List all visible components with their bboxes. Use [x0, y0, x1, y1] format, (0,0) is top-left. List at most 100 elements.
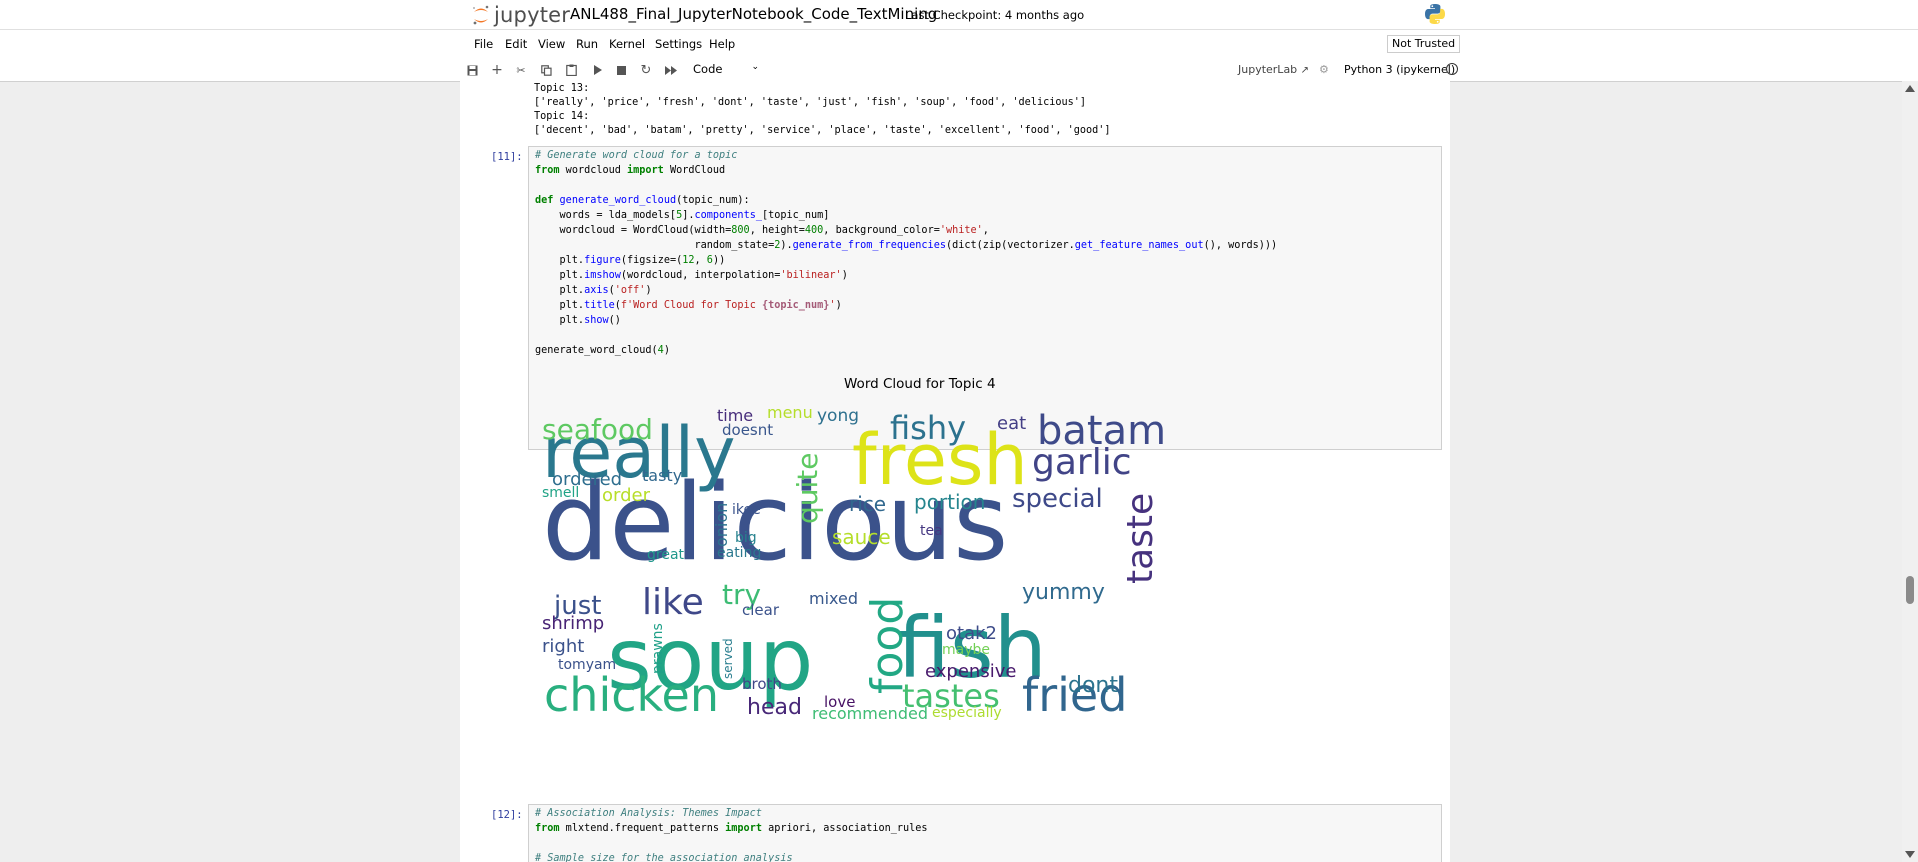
- wordcloud-word: rice: [849, 492, 886, 516]
- wordcloud-word: clear: [742, 601, 780, 619]
- code-line: plt.figure(figsize=(12, 6)): [535, 255, 726, 266]
- menu-edit[interactable]: Edit: [505, 37, 527, 51]
- menu-file[interactable]: File: [474, 37, 493, 51]
- wordcloud-word: yong: [817, 406, 859, 426]
- code-line: def generate_word_cloud(topic_num):: [535, 195, 750, 206]
- wordcloud-word: love: [824, 693, 855, 711]
- wordcloud-word: tomyam: [558, 657, 616, 673]
- wordcloud-word: head: [747, 695, 802, 720]
- wordcloud-word: prawns: [650, 623, 666, 674]
- wordcloud-word: eating: [717, 545, 761, 561]
- menu-help[interactable]: Help: [709, 37, 735, 51]
- menu-view[interactable]: View: [538, 37, 565, 51]
- save-icon[interactable]: [464, 62, 480, 78]
- output-line: ['really', 'price', 'fresh', 'dont', 'ta…: [534, 97, 1087, 108]
- wordcloud-word: onion: [712, 503, 731, 547]
- wordcloud-word: tea: [920, 523, 943, 539]
- cell-12-editor[interactable]: # Association Analysis: Themes Impact fr…: [528, 804, 1442, 862]
- checkpoint-status: Last Checkpoint: 4 months ago: [905, 8, 1085, 22]
- restart-icon[interactable]: ↻: [638, 62, 654, 78]
- wordcloud-word: great: [647, 547, 685, 563]
- cell-11-prompt: [11]:: [491, 151, 523, 163]
- gear-icon[interactable]: ⚙: [1319, 63, 1329, 76]
- wordcloud-image: delicioussoup fishreally freshchicken fried…: [542, 403, 1166, 722]
- wordcloud-word: big: [735, 530, 757, 546]
- wordcloud-word: mixed: [809, 589, 858, 608]
- jupyter-logo[interactable]: jupyter: [470, 2, 570, 28]
- run-icon[interactable]: [589, 62, 605, 78]
- cell-type-value: Code: [693, 62, 723, 76]
- menu-bar: File Edit View Run Kernel Settings Help …: [0, 29, 1918, 59]
- output-line: ['decent', 'bad', 'batam', 'pretty', 'se…: [534, 125, 1111, 136]
- scrollbar-thumb[interactable]: [1906, 576, 1914, 604]
- code-line: plt.show(): [535, 315, 621, 326]
- jupyter-logo-icon: [473, 5, 489, 25]
- wordcloud-word: maybe: [942, 642, 990, 658]
- wordcloud-word: broth: [742, 675, 782, 693]
- code-line: # Generate word cloud for a topic: [535, 150, 738, 161]
- python-logo-icon: [1425, 4, 1445, 24]
- add-cell-icon[interactable]: +: [489, 62, 505, 78]
- paste-icon[interactable]: [563, 62, 579, 78]
- cell-12-prompt: [12]:: [491, 809, 523, 821]
- jupyterlab-link[interactable]: JupyterLab ↗: [1238, 63, 1309, 76]
- notebook-toolbar: + ✂ ↻ Code ⌄ JupyterLab ↗ ⚙ Python 3 (ip…: [0, 58, 1918, 82]
- code-line: from wordcloud import WordCloud: [535, 165, 726, 176]
- stop-icon[interactable]: [613, 62, 629, 78]
- cut-icon[interactable]: ✂: [513, 62, 529, 78]
- kernel-status-icon: [1446, 63, 1458, 75]
- notebook-title[interactable]: ANL488_Final_JupyterNotebook_Code_TextMi…: [570, 5, 937, 23]
- wordcloud-word: tasty: [642, 466, 682, 485]
- wordcloud-title: Word Cloud for Topic 4: [844, 376, 996, 392]
- wordcloud-word: smell: [542, 485, 579, 501]
- wordcloud-word: sauce: [832, 525, 891, 549]
- menu-run[interactable]: Run: [576, 37, 598, 51]
- code-line: wordcloud = WordCloud(width=800, height=…: [535, 225, 989, 236]
- page-scrollbar[interactable]: [1902, 81, 1918, 862]
- notebook-panel: Topic 13: ['really', 'price', 'fresh', '…: [460, 81, 1450, 862]
- wordcloud-word: fishy: [890, 409, 966, 447]
- code-line: random_state=2).generate_from_frequencie…: [535, 240, 1278, 251]
- code-line: generate_word_cloud(4): [535, 345, 670, 356]
- wordcloud-word: chicken: [544, 668, 719, 722]
- code-line: plt.imshow(wordcloud, interpolation='bil…: [535, 270, 848, 281]
- code-line: plt.title(f'Word Cloud for Topic {topic_…: [535, 300, 842, 311]
- jupyterlab-link-label: JupyterLab: [1238, 63, 1298, 76]
- wordcloud-word: right: [542, 636, 584, 657]
- wordcloud-word: like: [642, 582, 704, 623]
- wordcloud-word: garlic: [1032, 442, 1132, 483]
- output-line: Topic 13:: [534, 83, 590, 94]
- wordcloud-word: portion: [914, 490, 985, 514]
- external-link-icon: ↗: [1300, 65, 1310, 76]
- code-line: plt.axis('off'): [535, 285, 652, 296]
- wordcloud-word: taste: [1120, 493, 1161, 584]
- code-line: # Association Analysis: Themes Impact: [535, 808, 762, 819]
- wordcloud-word: especially: [932, 705, 1002, 721]
- wordcloud-word: quite: [791, 452, 824, 524]
- fast-forward-icon[interactable]: [663, 62, 679, 78]
- kernel-name[interactable]: Python 3 (ipykernel): [1344, 63, 1455, 76]
- code-line: # Sample size for the association analys…: [535, 853, 793, 862]
- wordcloud-word: otak2: [946, 623, 997, 644]
- copy-icon[interactable]: [538, 62, 554, 78]
- wordcloud-word: yummy: [1022, 580, 1105, 605]
- wordcloud-word: special: [1012, 484, 1103, 514]
- menu-kernel[interactable]: Kernel: [609, 37, 645, 51]
- top-header: jupyter ANL488_Final_JupyterNotebook_Cod…: [0, 0, 1918, 29]
- code-line: from mlxtend.frequent_patterns import ap…: [535, 823, 928, 834]
- scroll-up-icon[interactable]: [1905, 85, 1915, 92]
- wordcloud-word: served: [721, 638, 735, 679]
- wordcloud-word: dont: [1068, 673, 1118, 698]
- wordcloud-word: expensive: [925, 661, 1016, 682]
- chevron-down-icon: ⌄: [751, 62, 759, 72]
- not-trusted-button[interactable]: Not Trusted: [1387, 35, 1461, 53]
- wordcloud-word: doesnt: [722, 421, 773, 439]
- cell-type-select[interactable]: Code ⌄: [693, 62, 759, 77]
- menu-settings[interactable]: Settings: [655, 37, 702, 51]
- wordcloud-word: eat: [997, 413, 1026, 434]
- wordcloud-word: ikee: [732, 502, 761, 518]
- output-line: Topic 14:: [534, 111, 590, 122]
- code-line: words = lda_models[5].components_[topic_…: [535, 210, 830, 221]
- scroll-down-icon[interactable]: [1905, 851, 1915, 858]
- wordcloud-word: seafood: [542, 413, 653, 446]
